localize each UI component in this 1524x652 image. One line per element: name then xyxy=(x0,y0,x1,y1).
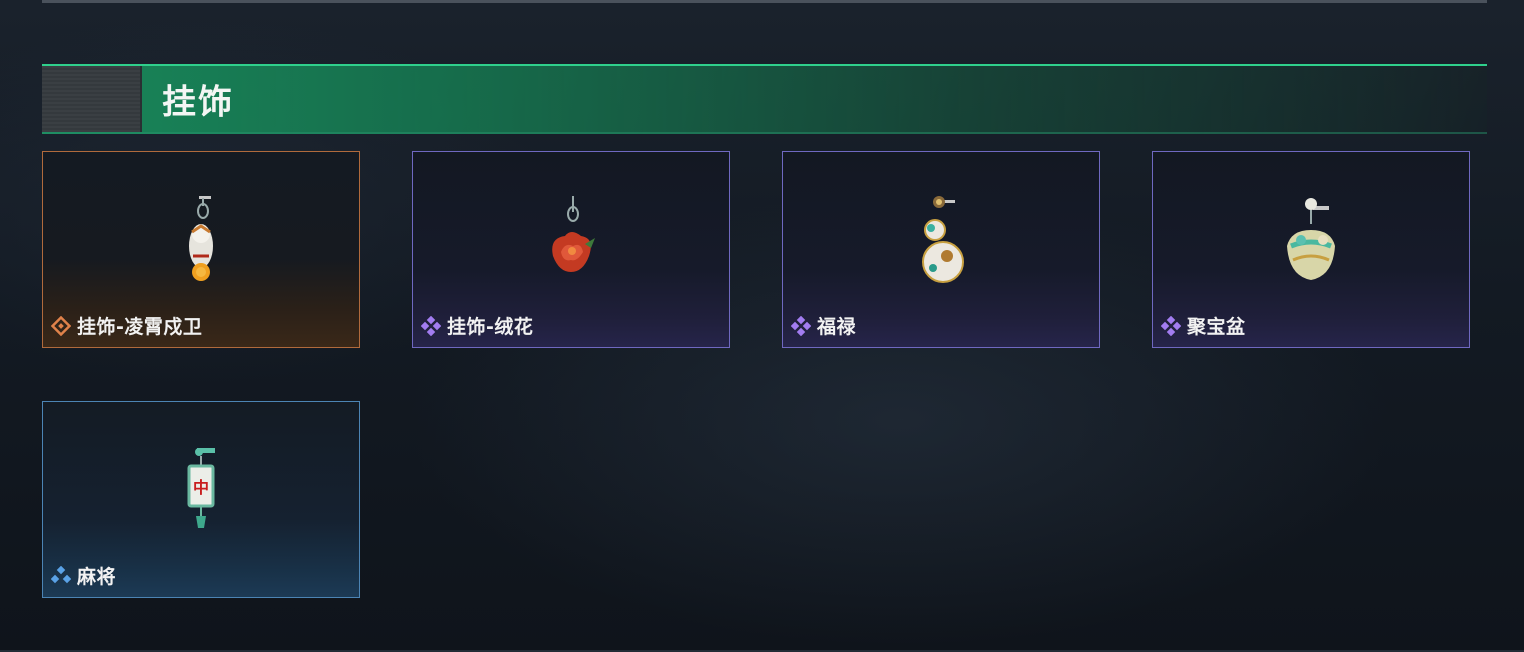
top-divider xyxy=(42,0,1487,3)
orange-rarity-icon xyxy=(51,315,71,336)
item-name: 挂饰-凌霄戍卫 xyxy=(77,316,203,338)
purple-rarity-icon xyxy=(421,315,441,336)
mahjong-tile-char: 中 xyxy=(193,478,209,497)
mahjong-charm-icon: 中 xyxy=(187,448,215,528)
item-name: 福禄 xyxy=(817,316,857,338)
item-card-fulu[interactable]: 福禄 xyxy=(782,151,1100,348)
item-label-row: 挂饰-绒花 xyxy=(421,312,533,339)
purple-rarity-icon xyxy=(791,315,811,336)
item-card-mahjong[interactable]: 中 麻将 xyxy=(42,401,360,598)
treasure-bowl-charm-icon xyxy=(1287,198,1335,280)
section-title: 挂饰 xyxy=(162,82,234,123)
item-label-row: 福禄 xyxy=(791,312,856,339)
item-label-row: 麻将 xyxy=(51,562,116,589)
guardian-charm-icon xyxy=(189,196,213,281)
item-name: 麻将 xyxy=(77,566,117,588)
item-card-velvet-flower[interactable]: 挂饰-绒花 xyxy=(412,151,730,348)
item-label-row: 聚宝盆 xyxy=(1161,312,1246,339)
charm-collection-page: 挂饰 挂饰-凌霄戍卫 挂饰-绒花 福禄 聚宝盆 中 麻将 xyxy=(0,0,1524,652)
item-name: 聚宝盆 xyxy=(1187,316,1246,338)
purple-rarity-icon xyxy=(1161,315,1181,336)
item-name: 挂饰-绒花 xyxy=(447,316,534,338)
header-stub xyxy=(42,66,142,132)
item-label-row: 挂饰-凌霄戍卫 xyxy=(51,312,202,339)
section-header: 挂饰 xyxy=(42,64,1487,134)
blue-rarity-icon xyxy=(51,565,71,583)
item-card-treasure-bowl[interactable]: 聚宝盆 xyxy=(1152,151,1470,348)
item-card-lingxiao-guard[interactable]: 挂饰-凌霄戍卫 xyxy=(42,151,360,348)
gourd-charm-icon xyxy=(922,196,964,283)
rose-charm-icon xyxy=(552,196,595,272)
